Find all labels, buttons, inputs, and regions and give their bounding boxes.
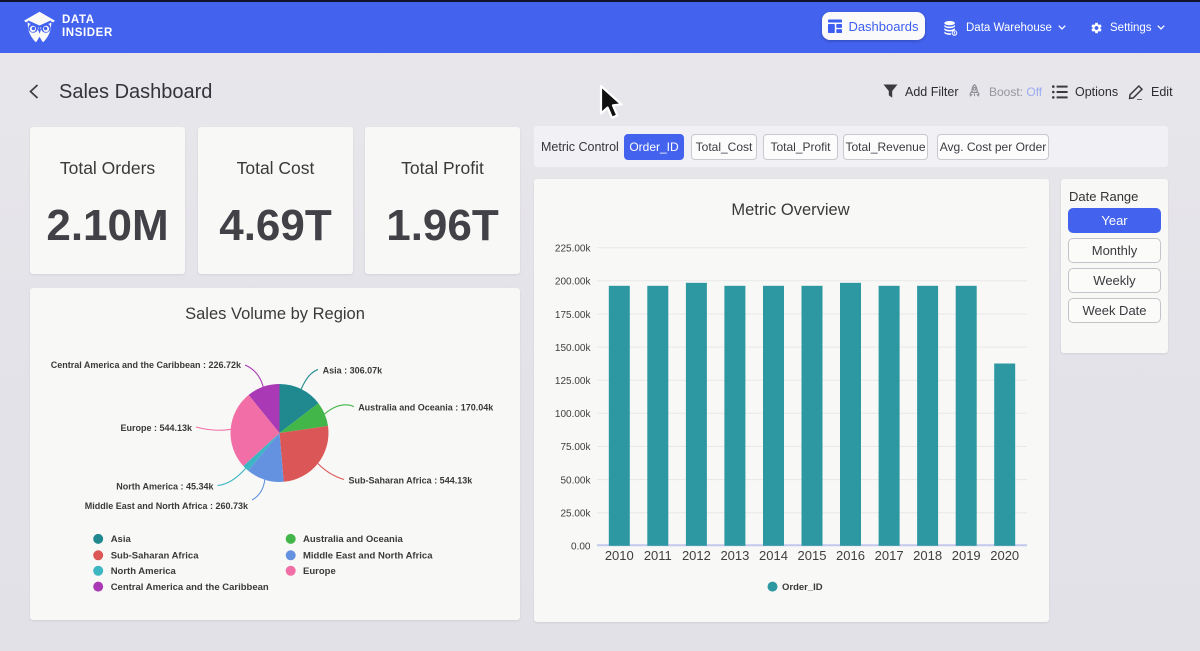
svg-text:2012: 2012 (682, 548, 711, 563)
svg-text:Central America and the Caribb: Central America and the Caribbean : 226.… (51, 360, 242, 370)
svg-text:North America : 45.34k: North America : 45.34k (116, 482, 214, 492)
svg-text:225.00k: 225.00k (555, 244, 592, 255)
svg-text:Central America and the Caribb: Central America and the Caribbean (111, 582, 269, 593)
svg-text:2013: 2013 (720, 548, 749, 563)
svg-text:Europe : 544.13k: Europe : 544.13k (120, 423, 193, 433)
svg-text:0.00: 0.00 (571, 542, 591, 553)
svg-text:Asia : 306.07k: Asia : 306.07k (323, 366, 384, 376)
svg-text:200.00k: 200.00k (555, 277, 592, 288)
svg-text:Australia and Oceania: Australia and Oceania (303, 534, 404, 545)
svg-text:2010: 2010 (605, 548, 634, 563)
svg-text:2019: 2019 (952, 548, 981, 563)
svg-text:50.00k: 50.00k (560, 475, 591, 486)
svg-text:Sub-Saharan Africa : 544.13k: Sub-Saharan Africa : 544.13k (349, 476, 474, 486)
svg-text:Middle East and North Africa: Middle East and North Africa (303, 551, 433, 562)
svg-text:Europe: Europe (303, 566, 336, 577)
svg-text:2011: 2011 (644, 548, 672, 563)
svg-text:75.00k: 75.00k (560, 442, 591, 453)
svg-text:Sales Volume by Region: Sales Volume by Region (185, 305, 365, 323)
svg-text:25.00k: 25.00k (560, 509, 591, 520)
svg-text:Sub-Saharan Africa: Sub-Saharan Africa (111, 551, 200, 562)
svg-text:175.00k: 175.00k (555, 310, 592, 321)
svg-text:2017: 2017 (875, 548, 904, 563)
svg-text:Metric Overview: Metric Overview (731, 201, 849, 219)
svg-text:Middle East and North Africa :: Middle East and North Africa : 260.73k (85, 501, 249, 511)
svg-text:Asia: Asia (111, 534, 132, 545)
svg-text:2015: 2015 (798, 548, 827, 563)
svg-text:North America: North America (111, 566, 177, 577)
svg-text:150.00k: 150.00k (555, 343, 592, 354)
svg-text:2018: 2018 (913, 548, 942, 563)
svg-text:2014: 2014 (759, 548, 788, 563)
svg-text:2016: 2016 (836, 548, 865, 563)
svg-text:125.00k: 125.00k (555, 376, 592, 387)
svg-text:2020: 2020 (990, 548, 1019, 563)
svg-text:100.00k: 100.00k (555, 409, 592, 420)
svg-text:Australia and Oceania : 170.04: Australia and Oceania : 170.04k (358, 403, 494, 413)
svg-text:Order_ID: Order_ID (782, 582, 823, 593)
